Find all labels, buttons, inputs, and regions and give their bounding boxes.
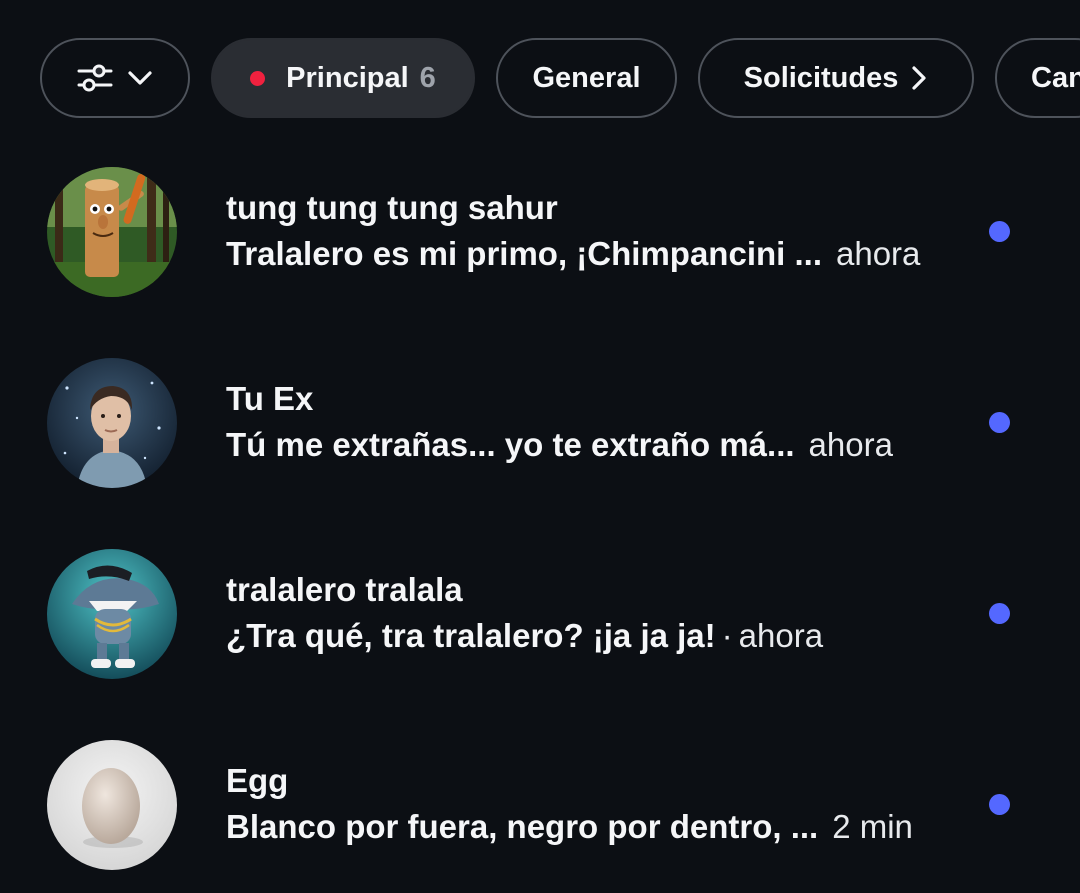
tab-channels[interactable]: Can [995,38,1080,118]
unread-dot [989,603,1010,624]
conversation-row[interactable]: Egg Blanco por fuera, negro por dentro, … [0,740,1080,872]
avatar-image [47,358,177,488]
notification-dot [250,70,266,86]
message-text: Tralalero es mi primo, ¡Chimpancini ... [226,235,822,272]
chevron-right-icon [912,66,926,90]
message-preview: ¿Tra qué, tra tralalero? ¡ja ja ja! · ah… [226,617,823,655]
separator: · [721,617,733,654]
message-time: ahora [808,426,893,463]
conversation-row[interactable]: tung tung tung sahur Tralalero es mi pri… [0,167,1080,299]
conversation-row[interactable]: Tu Ex Tú me extrañas... yo te extraño má… [0,358,1080,490]
tab-primary-label: Principal [286,61,409,94]
message-preview: Tralalero es mi primo, ¡Chimpancini ... … [226,235,920,273]
filter-button[interactable] [40,38,190,118]
message-text: ¿Tra qué, tra tralalero? ¡ja ja ja! [226,617,716,654]
chevron-down-icon [128,71,152,85]
contact-name: Tu Ex [226,380,314,417]
avatar[interactable] [47,167,177,297]
contact-name: tung tung tung sahur [226,189,558,226]
message-text: Tú me extrañas... yo te extraño má... [226,426,795,463]
tab-channels-label: Can [1031,61,1080,94]
tab-primary-count: 6 [419,61,436,94]
message-time: ahora [738,617,824,654]
avatar[interactable] [47,549,177,679]
unread-dot [989,412,1010,433]
message-text: Blanco por fuera, negro por dentro, ... [226,808,819,845]
inbox-tabs: Principal 6 General Solicitudes Can [40,38,1080,118]
tab-primary[interactable]: Principal 6 [211,38,475,118]
avatar[interactable] [47,740,177,870]
message-time: ahora [835,235,921,272]
avatar-image [47,740,177,870]
message-time: 2 min [832,808,913,845]
tab-requests[interactable]: Solicitudes [698,38,974,118]
avatar-image [47,549,177,679]
avatar[interactable] [47,358,177,488]
tab-general-label: General [532,61,641,94]
contact-name: Egg [226,762,289,799]
avatar-image [47,167,177,297]
contact-name: tralalero tralala [226,571,463,608]
unread-dot [989,221,1010,242]
tab-requests-label: Solicitudes [743,61,899,94]
sliders-icon [77,64,113,92]
unread-dot [989,794,1010,815]
message-preview: Blanco por fuera, negro por dentro, ... … [226,808,913,846]
conversation-row[interactable]: tralalero tralala ¿Tra qué, tra tralaler… [0,549,1080,681]
message-preview: Tú me extrañas... yo te extraño má... ah… [226,426,893,464]
tab-general[interactable]: General [496,38,677,118]
